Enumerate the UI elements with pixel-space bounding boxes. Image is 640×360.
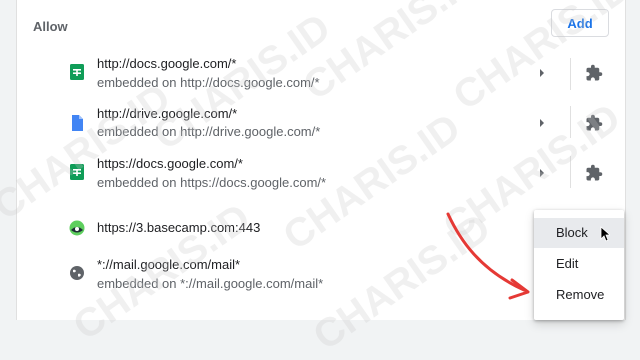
- divider: [570, 106, 571, 138]
- menu-item-block[interactable]: Block: [534, 218, 624, 248]
- site-url: http://docs.google.com/*: [97, 56, 237, 71]
- chevron-right-icon[interactable]: [538, 68, 546, 78]
- site-url: *://mail.google.com/mail*: [97, 257, 241, 272]
- divider: [570, 58, 571, 90]
- site-embedded-text: embedded on *://mail.google.com/mail*: [97, 276, 324, 291]
- google-docs-icon: [72, 115, 83, 131]
- chevron-right-icon[interactable]: [538, 168, 546, 178]
- site-url: https://3.basecamp.com:443: [97, 220, 261, 235]
- site-embedded-text: embedded on http://drive.google.com/*: [97, 124, 321, 139]
- menu-item-edit[interactable]: Edit: [534, 249, 624, 279]
- mouse-cursor-icon: [600, 226, 610, 242]
- site-url: https://docs.google.com/*: [97, 156, 243, 171]
- site-embedded-text: embedded on https://docs.google.com/*: [97, 175, 327, 190]
- basecamp-icon: [69, 220, 85, 236]
- site-embedded-text: embedded on http://docs.google.com/*: [97, 75, 320, 90]
- extension-puzzle-icon[interactable]: [585, 114, 603, 132]
- google-sheets-icon: [70, 164, 84, 180]
- globe-icon: [70, 266, 84, 280]
- site-url: http://drive.google.com/*: [97, 106, 238, 121]
- extension-puzzle-icon[interactable]: [585, 164, 603, 182]
- chevron-right-icon[interactable]: [538, 118, 546, 128]
- context-menu: Block Edit Remove: [534, 210, 624, 320]
- site-row[interactable]: http://drive.google.com/* embedded on ht…: [17, 100, 625, 144]
- extension-puzzle-icon[interactable]: [585, 64, 603, 82]
- site-row[interactable]: https://docs.google.com/* embedded on ht…: [17, 150, 625, 194]
- menu-item-remove[interactable]: Remove: [534, 280, 624, 310]
- google-sheets-icon: [70, 64, 84, 80]
- add-site-button[interactable]: Add: [551, 9, 609, 37]
- allow-section-title: Allow: [33, 19, 68, 34]
- divider: [570, 156, 571, 188]
- annotation-arrow: [446, 212, 530, 300]
- site-row[interactable]: http://docs.google.com/* embedded on htt…: [17, 52, 625, 96]
